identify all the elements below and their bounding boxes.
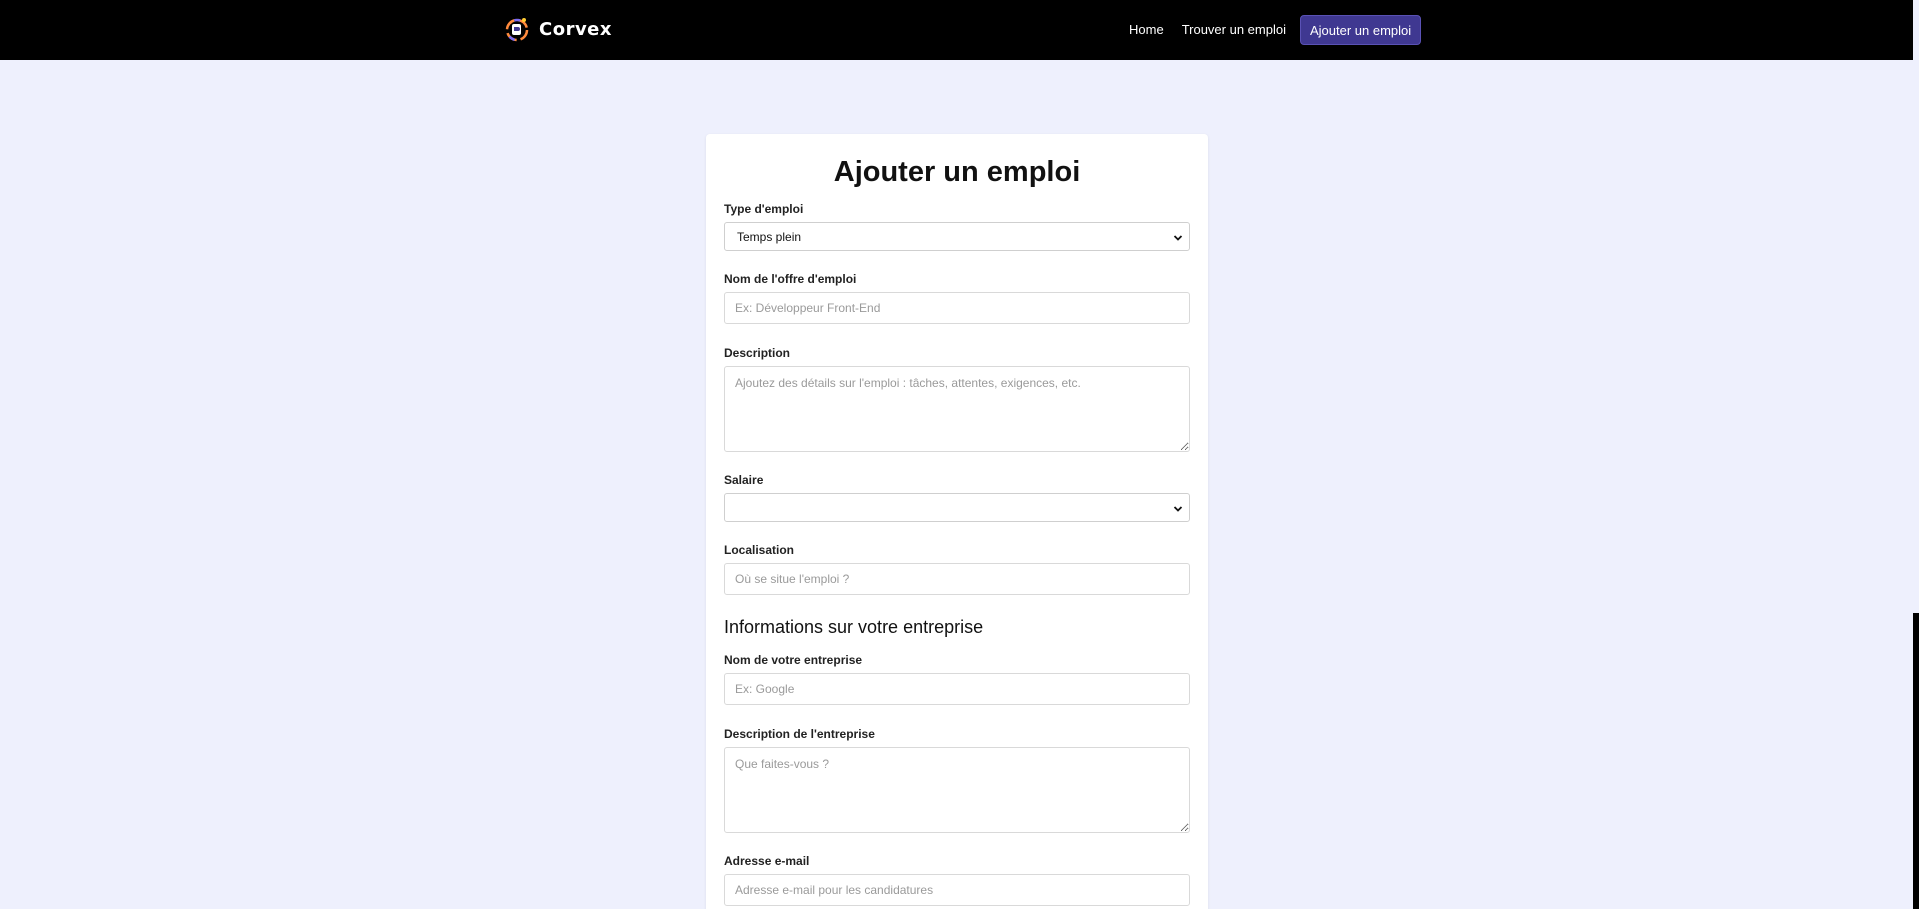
nav-home[interactable]: Home [1120,15,1173,45]
description-label: Description [724,346,791,360]
job-name-label: Nom de l'offre d'emploi [724,272,857,286]
company-description-textarea[interactable] [724,747,1190,833]
company-name-label: Nom de votre entreprise [724,653,863,667]
job-type-value: Temps plein [737,229,802,244]
chevron-down-icon [1173,503,1183,513]
description-textarea[interactable] [724,366,1190,452]
top-navbar: Corvex Home Trouver un emploi Ajouter un… [0,0,1913,60]
nav-find-job[interactable]: Trouver un emploi [1173,15,1295,45]
email-input[interactable] [724,874,1190,906]
company-section-title: Informations sur votre entreprise [724,617,984,637]
company-description-label: Description de l'entreprise [724,727,875,741]
job-name-input[interactable] [724,292,1190,324]
chevron-down-icon [1173,232,1183,242]
nav-links: Home Trouver un emploi Ajouter un emploi [1120,15,1422,45]
scrollbar-thumb[interactable] [1913,613,1919,909]
location-input[interactable] [724,563,1190,595]
job-type-label: Type d'emploi [724,202,804,216]
company-name-input[interactable] [724,673,1190,705]
salary-select[interactable] [724,493,1190,522]
salary-label: Salaire [724,473,764,487]
page-title: Ajouter un emploi [833,156,1081,188]
email-label: Adresse e-mail [724,854,810,868]
nav-add-job[interactable]: Ajouter un emploi [1299,15,1422,45]
corvex-logo-icon [505,15,530,44]
add-job-form-card: Ajouter un emploi Type d'emploi Temps pl… [706,134,1208,909]
job-type-select[interactable]: Temps plein [724,222,1190,251]
brand[interactable]: Corvex [505,15,612,44]
brand-name: Corvex [539,19,613,40]
location-label: Localisation [724,543,795,557]
